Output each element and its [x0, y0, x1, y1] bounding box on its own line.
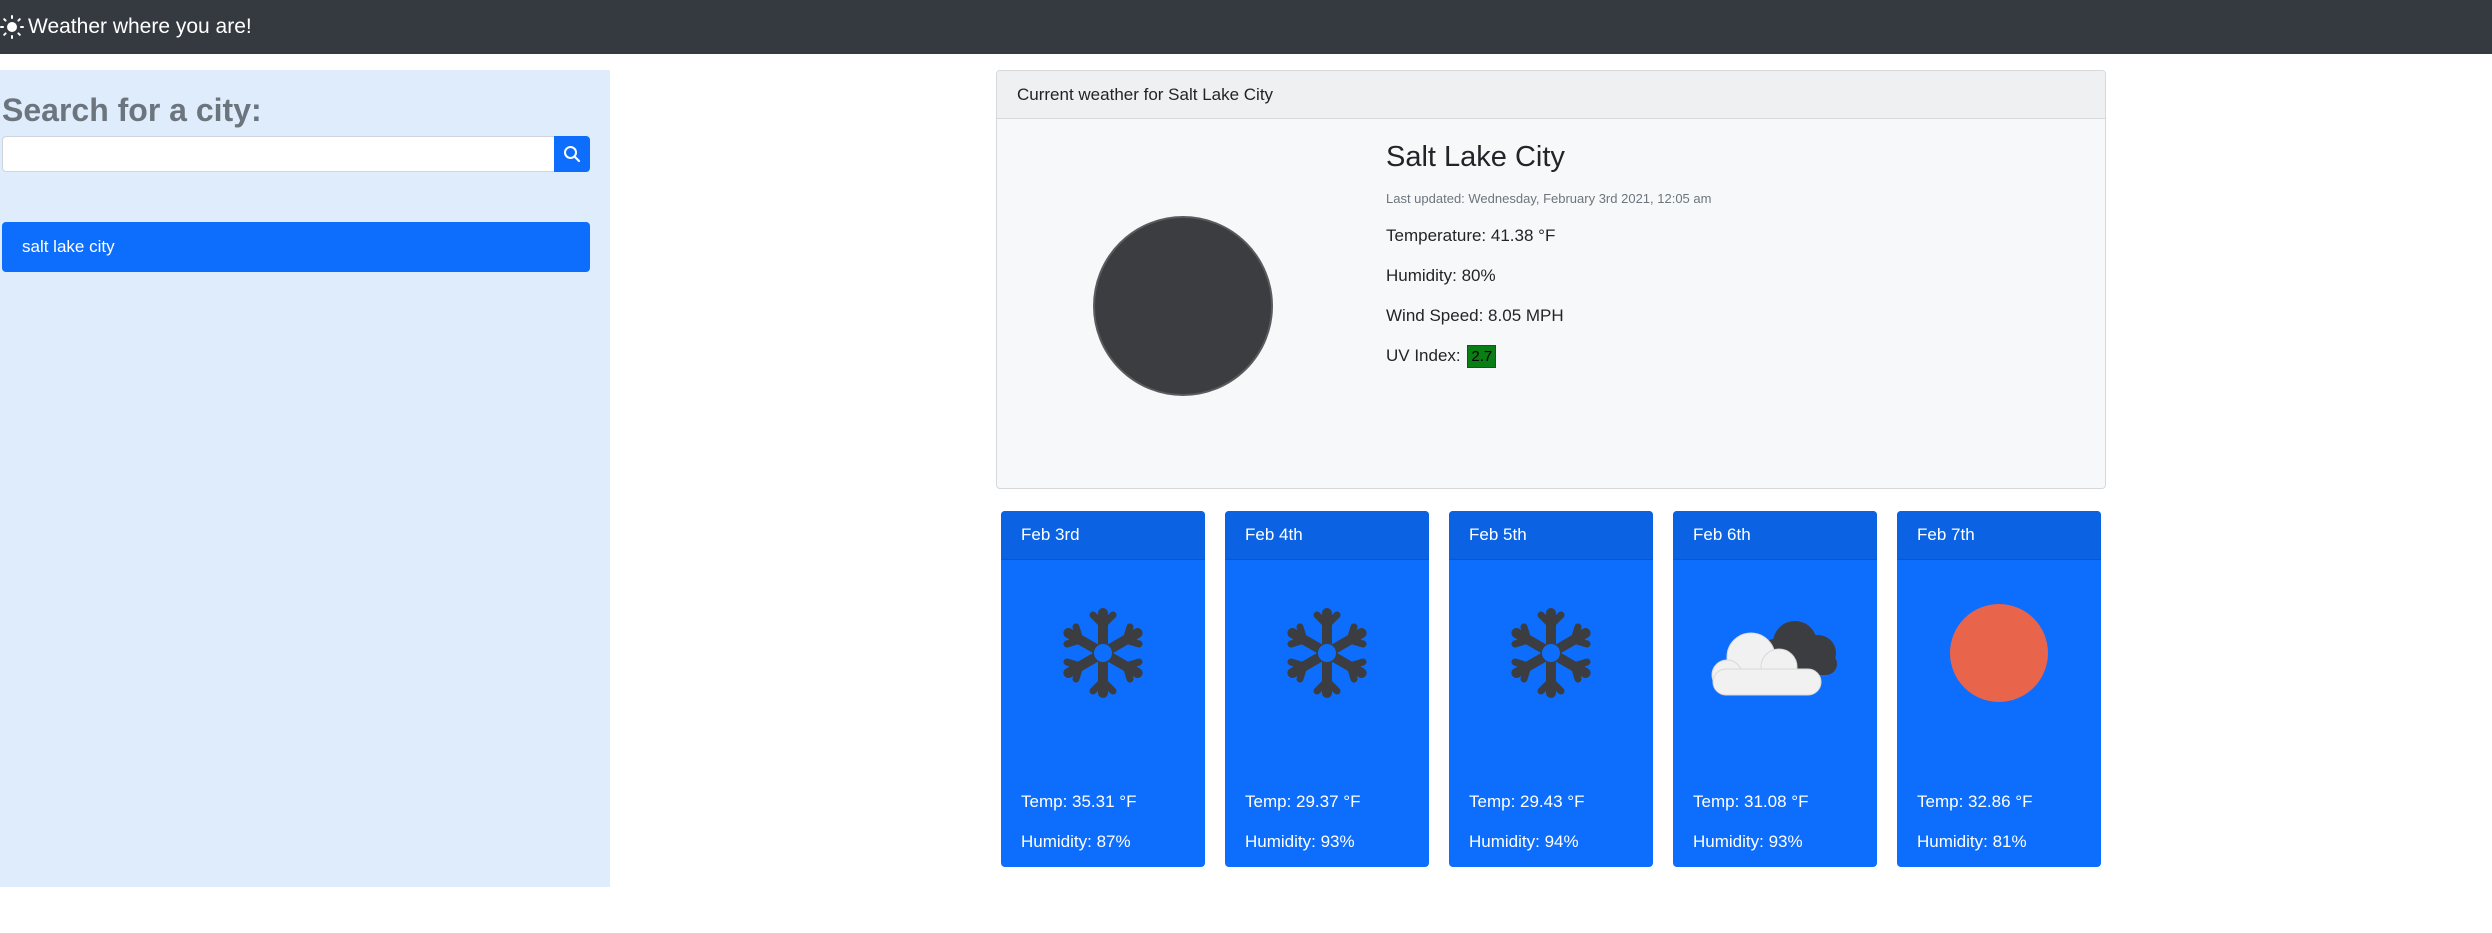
- sun-icon: [0, 15, 24, 39]
- current-weather-card: Current weather for Salt Lake City Salt …: [996, 70, 2106, 489]
- forecast-humidity: Humidity: 81%: [1917, 832, 2027, 851]
- forecast-temp: Temp: 35.31 °F: [1021, 792, 1137, 811]
- forecast-date: Feb 6th: [1673, 511, 1877, 560]
- forecast-card: Feb 4th Temp: 29.37 °F Humidity: 93%: [1225, 511, 1429, 867]
- history-item-salt-lake-city[interactable]: salt lake city: [2, 222, 590, 272]
- humidity: Humidity: 80%: [1386, 266, 1496, 285]
- forecast-humidity: Humidity: 94%: [1469, 832, 1579, 851]
- search-title: Search for a city:: [2, 92, 262, 128]
- city-name: Salt Lake City: [1386, 141, 1565, 173]
- search-button[interactable]: [554, 136, 590, 172]
- sidebar: Search for a city: salt lake city: [0, 70, 610, 887]
- city-search-input[interactable]: [2, 136, 555, 172]
- cloudy-icon: [1711, 621, 1837, 696]
- wind-speed: Wind Speed: 8.05 MPH: [1386, 306, 1564, 325]
- forecast-temp: Temp: 29.37 °F: [1245, 792, 1361, 811]
- uv-badge: 2.7: [1467, 345, 1497, 368]
- forecast-card: Feb 6th Temp: 31.08 °F Humidity: 93%: [1673, 511, 1877, 867]
- forecast-date: Feb 3rd: [1001, 511, 1205, 560]
- sun-icon: [1950, 604, 2048, 702]
- snowflake-icon: [1287, 608, 1367, 698]
- brand-title[interactable]: Weather where you are!: [28, 15, 252, 39]
- forecast-card: Feb 7th Temp: 32.86 °F Humidity: 81%: [1897, 511, 2101, 867]
- forecast-card: Feb 5th Temp: 29.43 °F Humidity: 94%: [1449, 511, 1653, 867]
- forecast-temp: Temp: 32.86 °F: [1917, 792, 2033, 811]
- snowflake-icon: [1063, 608, 1143, 698]
- temperature: Temperature: 41.38 °F: [1386, 226, 1556, 245]
- forecast-date: Feb 7th: [1897, 511, 2101, 560]
- uv-label: UV Index:: [1386, 345, 1461, 365]
- forecast-date: Feb 4th: [1225, 511, 1429, 560]
- navbar: Weather where you are!: [0, 0, 2492, 54]
- forecast-humidity: Humidity: 93%: [1693, 832, 1803, 851]
- last-updated: Last updated: Wednesday, February 3rd 20…: [1386, 191, 1712, 206]
- snowflake-icon: [1511, 608, 1591, 698]
- uv-index: UV Index: 2.7: [1386, 345, 1497, 368]
- search-icon: [564, 146, 581, 163]
- current-weather-header: Current weather for Salt Lake City: [997, 71, 2105, 119]
- forecast-date: Feb 5th: [1449, 511, 1653, 560]
- forecast-temp: Temp: 31.08 °F: [1693, 792, 1809, 811]
- forecast-humidity: Humidity: 87%: [1021, 832, 1131, 851]
- moon-icon: [1093, 216, 1273, 396]
- forecast-temp: Temp: 29.43 °F: [1469, 792, 1585, 811]
- forecast-humidity: Humidity: 93%: [1245, 832, 1355, 851]
- forecast-card: Feb 3rd Temp: 35.31 °F Humidity: 87%: [1001, 511, 1205, 867]
